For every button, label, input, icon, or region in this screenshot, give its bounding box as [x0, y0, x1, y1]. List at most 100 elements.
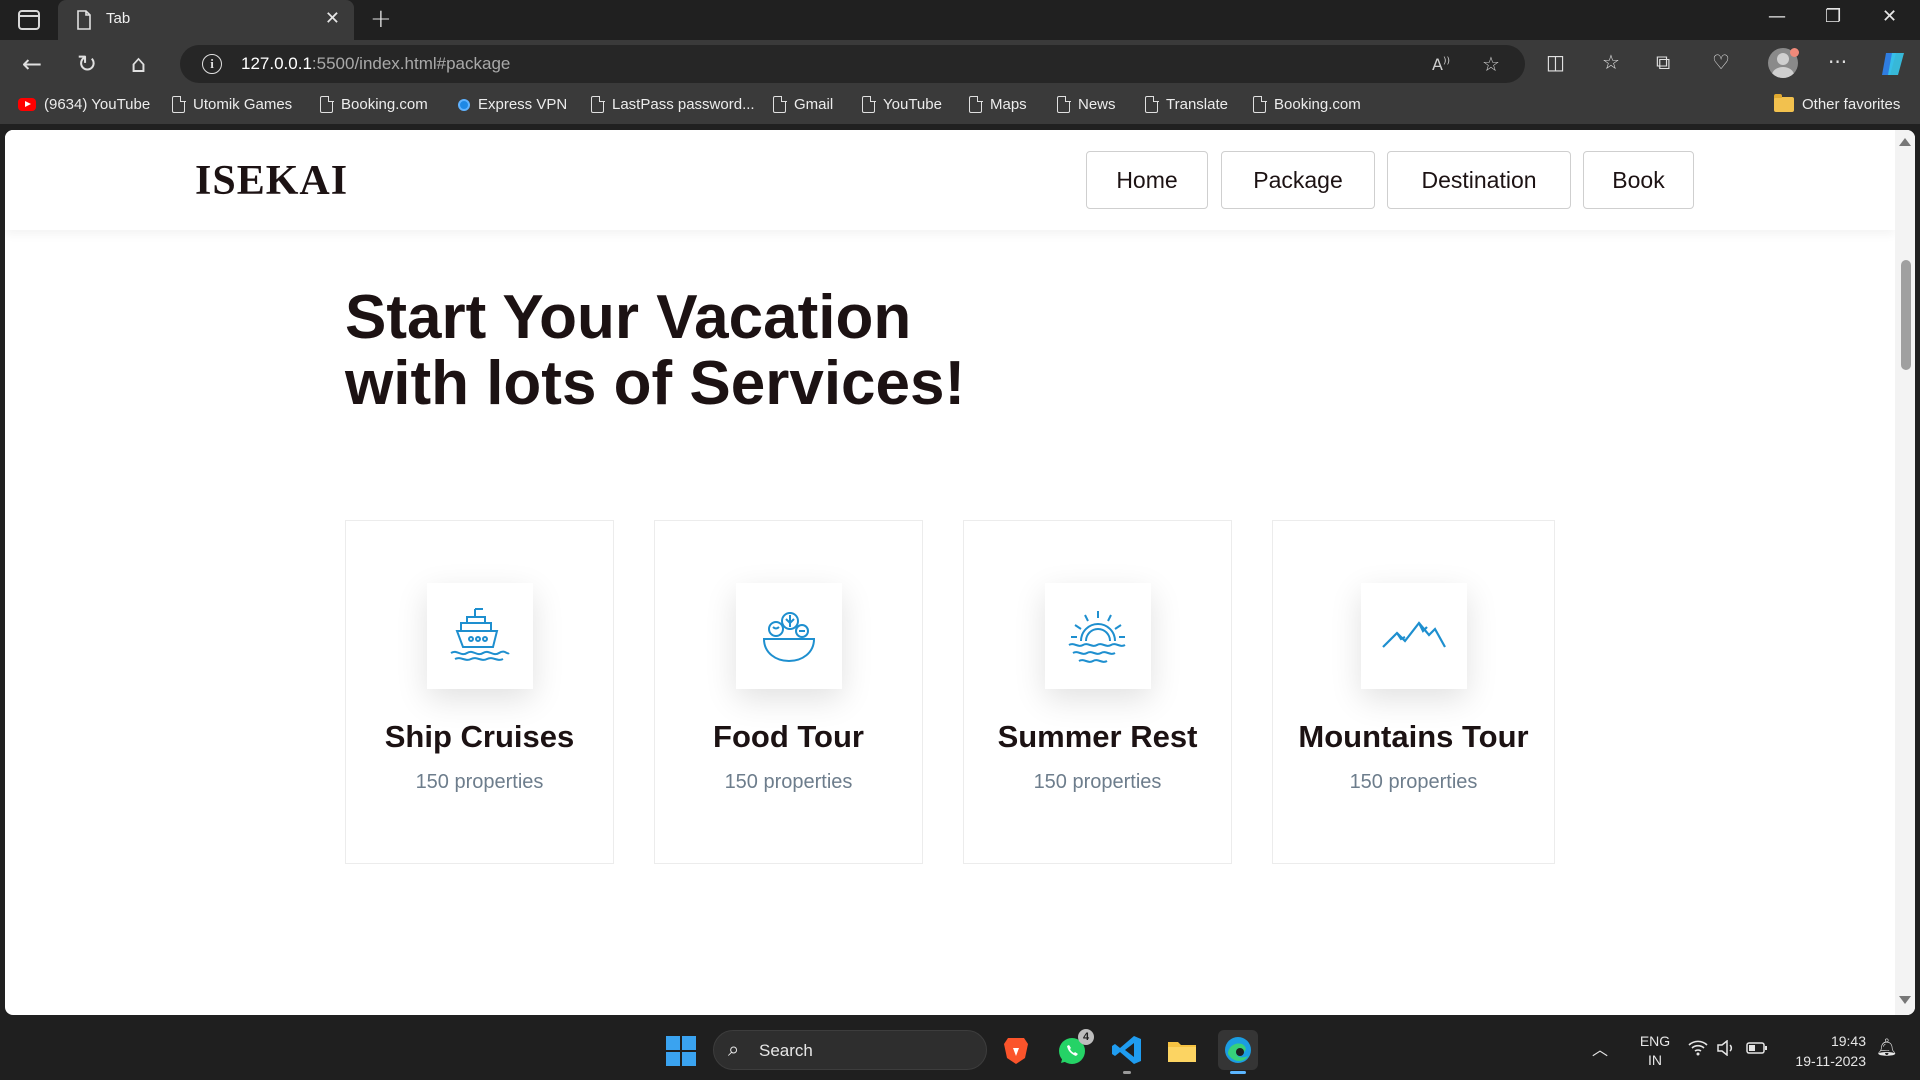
scroll-down-arrow-icon[interactable] — [1899, 996, 1911, 1004]
page-icon — [862, 95, 876, 113]
windows-start-icon[interactable] — [666, 1036, 696, 1066]
vscode-icon — [1112, 1036, 1141, 1064]
tab-strip: Tab ✕ + — ❐ ✕ — [0, 0, 1920, 40]
page-icon — [591, 95, 605, 113]
home-icon[interactable]: ⌂ — [131, 50, 146, 78]
url-text[interactable]: 127.0.0.1:5500/index.html#package — [241, 54, 510, 74]
file-explorer-app[interactable] — [1162, 1030, 1202, 1070]
refresh-icon[interactable]: ↻ — [77, 50, 97, 78]
notification-bell-icon[interactable]: 🔔︎ — [1876, 1038, 1898, 1058]
bookmark-news[interactable]: News — [1057, 95, 1116, 113]
language-indicator[interactable]: ENG IN — [1635, 1032, 1675, 1070]
back-arrow-icon[interactable]: ← — [22, 50, 42, 78]
youtube-icon — [18, 98, 36, 111]
restore-icon[interactable]: ❐ — [1825, 6, 1841, 27]
nav-destination-button[interactable]: Destination — [1387, 151, 1571, 209]
active-indicator — [1230, 1071, 1246, 1074]
info-icon[interactable]: i — [202, 54, 222, 74]
bookmarks-bar: (9634) YouTube Utomik Games Booking.com … — [0, 88, 1920, 124]
service-card-food-tour[interactable]: Food Tour 150 properties — [654, 520, 923, 864]
battery-icon[interactable] — [1746, 1040, 1768, 1061]
vscode-app[interactable] — [1107, 1030, 1147, 1074]
service-icon-box — [427, 583, 533, 689]
site-header: ISEKAI Home Package Destination Book — [5, 130, 1895, 230]
split-screen-icon[interactable]: ◫ — [1546, 50, 1565, 74]
wifi-icon[interactable] — [1688, 1040, 1708, 1061]
folder-icon — [1774, 94, 1794, 112]
page-icon — [172, 95, 186, 113]
scroll-up-arrow-icon[interactable] — [1899, 138, 1911, 146]
edge-icon — [1225, 1037, 1251, 1063]
bookmark-lastpass[interactable]: LastPass password... — [591, 95, 755, 113]
taskbar-search[interactable]: ⌕ Search — [713, 1030, 987, 1070]
browser-essentials-icon[interactable]: ♡ — [1712, 50, 1730, 74]
folder-icon — [1168, 1042, 1196, 1062]
bookmark-booking-2[interactable]: Booking.com — [1253, 95, 1361, 113]
bookmark-maps[interactable]: Maps — [969, 95, 1027, 113]
bookmark-express-vpn[interactable]: Express VPN — [458, 96, 567, 113]
ship-icon — [450, 608, 510, 661]
service-title: Mountains Tour — [1298, 719, 1529, 754]
service-subtitle: 150 properties — [1033, 771, 1162, 793]
search-label: Search — [759, 1041, 813, 1060]
profile-notification-dot — [1790, 48, 1799, 57]
minimize-icon[interactable]: — — [1768, 6, 1786, 27]
sun-waves-icon — [1068, 611, 1126, 663]
service-icon-box — [1361, 583, 1467, 689]
address-bar[interactable]: i 127.0.0.1:5500/index.html#package A)) … — [180, 45, 1525, 83]
copilot-icon[interactable] — [1878, 49, 1908, 79]
service-title: Summer Rest — [997, 719, 1198, 754]
mountains-icon — [1382, 621, 1446, 648]
service-subtitle: 150 properties — [1349, 771, 1478, 793]
bookmark-translate[interactable]: Translate — [1145, 95, 1228, 113]
page-icon — [969, 95, 983, 113]
more-options-icon[interactable]: ··· — [1828, 50, 1847, 74]
new-tab-icon[interactable]: + — [370, 4, 392, 34]
site-logo[interactable]: ISEKAI — [195, 157, 348, 205]
section-heading: Start Your Vacation with lots of Service… — [345, 283, 966, 418]
bookmark-gmail[interactable]: Gmail — [773, 95, 833, 113]
favorite-star-icon[interactable]: ☆ — [1482, 52, 1500, 76]
tab-title: Tab — [106, 10, 131, 27]
service-title: Ship Cruises — [384, 719, 575, 754]
search-icon: ⌕ — [728, 1037, 740, 1061]
service-icon-box — [736, 583, 842, 689]
read-aloud-icon[interactable]: A)) — [1432, 55, 1450, 74]
nav-package-button[interactable]: Package — [1221, 151, 1375, 209]
edge-app[interactable] — [1218, 1030, 1258, 1074]
tab-actions-icon[interactable] — [18, 10, 40, 30]
page-icon — [1057, 95, 1071, 113]
address-toolbar: ← ↻ ⌂ i 127.0.0.1:5500/index.html#packag… — [0, 40, 1920, 88]
nav-home-button[interactable]: Home — [1086, 151, 1208, 209]
service-icon-box — [1045, 583, 1151, 689]
close-window-icon[interactable]: ✕ — [1882, 6, 1897, 27]
service-card-ship-cruises[interactable]: Ship Cruises 150 properties — [345, 520, 614, 864]
collections-icon[interactable]: ⧉ — [1656, 50, 1670, 74]
show-hidden-icons-icon[interactable]: ︿ — [1592, 1036, 1608, 1060]
running-indicator — [1123, 1071, 1131, 1074]
close-tab-icon[interactable]: ✕ — [325, 8, 340, 29]
other-favorites-folder[interactable]: Other favorites — [1774, 94, 1900, 113]
service-card-mountains-tour[interactable]: Mountains Tour 150 properties — [1272, 520, 1555, 864]
bookmark-utomik-games[interactable]: Utomik Games — [172, 95, 292, 113]
service-subtitle: 150 properties — [724, 771, 853, 793]
system-clock[interactable]: 19:43 19-11-2023 — [1782, 1031, 1866, 1071]
bookmark-booking[interactable]: Booking.com — [320, 95, 428, 113]
brave-browser-app[interactable] — [996, 1030, 1036, 1070]
food-bowl-icon — [762, 612, 816, 663]
page-icon — [320, 95, 334, 113]
bookmark-youtube-notifications[interactable]: (9634) YouTube — [18, 96, 150, 113]
bookmark-youtube[interactable]: YouTube — [862, 95, 942, 113]
favorites-icon[interactable]: ☆ — [1602, 50, 1620, 74]
nav-book-button[interactable]: Book — [1583, 151, 1694, 209]
page-icon — [773, 95, 787, 113]
page-viewport: ISEKAI Home Package Destination Book Sta… — [5, 130, 1915, 1015]
service-subtitle: 150 properties — [415, 771, 544, 793]
volume-icon[interactable] — [1716, 1039, 1736, 1061]
page-icon — [77, 10, 91, 30]
page-icon — [1145, 95, 1159, 113]
service-card-summer-rest[interactable]: Summer Rest 150 properties — [963, 520, 1232, 864]
brave-lion-icon — [1004, 1038, 1028, 1064]
scrollbar-thumb[interactable] — [1901, 260, 1911, 370]
browser-tab[interactable]: Tab ✕ — [58, 0, 354, 40]
